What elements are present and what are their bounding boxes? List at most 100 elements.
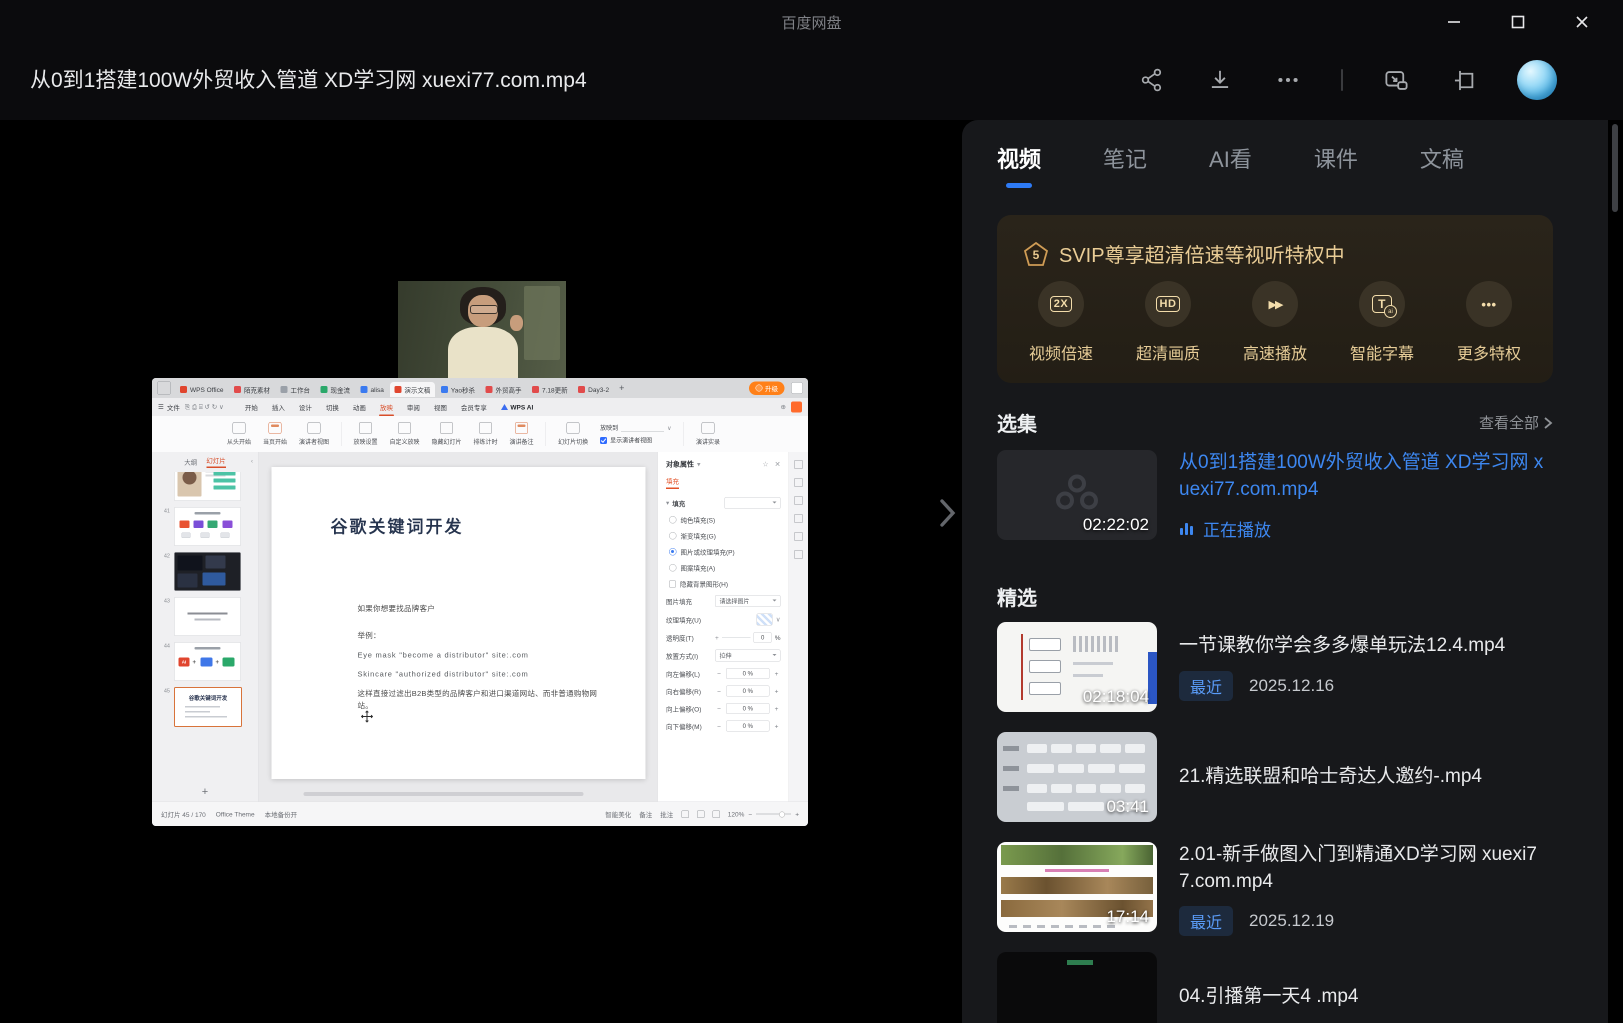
beautify-button[interactable]: 智能美化 (605, 809, 631, 819)
caret-down-icon[interactable]: ▾ (697, 460, 701, 469)
feature-ai-subtitle[interactable]: Tai 智能字幕 (1344, 281, 1420, 364)
wps-tab[interactable]: 现金流 (316, 382, 355, 397)
wps-tab[interactable]: WPS Office (176, 382, 228, 397)
new-tab-button[interactable]: + (619, 383, 624, 394)
menu-member[interactable]: 会员专享 (460, 399, 488, 415)
increment-button[interactable]: + (773, 705, 781, 713)
featured-item-title[interactable]: 21.精选联盟和哈士奇达人邀约-.mp4 (1179, 764, 1551, 791)
tab-slides[interactable]: 幻灯片 (206, 455, 226, 468)
view-mode-icon[interactable] (712, 810, 720, 818)
menu-animation[interactable]: 动画 (352, 399, 367, 415)
collapse-panel-arrow-icon[interactable]: ‹ (251, 457, 253, 465)
fill-tab[interactable]: 填充 (666, 476, 679, 489)
tab-transcript[interactable]: 文稿 (1420, 142, 1464, 188)
increment-button[interactable]: + (773, 670, 781, 678)
offset-value[interactable]: 0 % (726, 703, 770, 714)
slide-thumb-row-selected[interactable]: 45 谷歌关键词开发 (159, 687, 258, 727)
decrement-button[interactable]: − (715, 705, 723, 713)
tool-icon[interactable] (794, 514, 803, 523)
texture-swatch[interactable] (757, 614, 773, 626)
decrement-button[interactable]: − (715, 687, 723, 695)
wps-tab[interactable]: 外贸高手 (481, 382, 526, 397)
wps-tab[interactable]: 工作台 (276, 382, 315, 397)
zoom-out-icon[interactable]: − (748, 810, 752, 818)
file-menu[interactable]: ☰文件 (158, 402, 180, 412)
slide-thumb-row[interactable]: 41 (159, 507, 258, 546)
featured-thumbnail[interactable] (997, 952, 1157, 1023)
upgrade-button[interactable]: 升级 (749, 381, 785, 395)
decrement-button[interactable]: − (715, 722, 723, 730)
ribbon-custom-show[interactable]: 自定义放映 (390, 422, 420, 446)
ribbon-hide-slide[interactable]: 隐藏幻灯片 (432, 422, 462, 446)
featured-item-title[interactable]: 04.引播第一天4 .mp4 (1179, 984, 1551, 1011)
quick-access-toolbar[interactable]: ⎘ ⎙ ⌸ ↺ ↻ ∨ (185, 403, 224, 411)
notes-button[interactable]: 备注 (639, 809, 652, 819)
radio-picture-fill[interactable]: 图片或纹理填充(P) (669, 547, 781, 557)
view-all-link[interactable]: 查看全部 (1479, 412, 1553, 433)
horizontal-scrollbar[interactable] (274, 792, 638, 797)
featured-item[interactable]: 03:41 21.精选联盟和哈士奇达人邀约-.mp4 (997, 732, 1551, 822)
wps-home-icon[interactable] (157, 381, 171, 395)
radio-gradient-fill[interactable]: 渐变填充(G) (669, 531, 781, 541)
offset-value[interactable]: 0 % (726, 668, 770, 679)
current-episode-item[interactable]: 02:22:02 从0到1搭建100W外贸收入管道 XD学习网 xuexi77.… (997, 450, 1551, 541)
slide-thumbnail[interactable] (174, 507, 241, 546)
slide-thumbnail[interactable] (174, 552, 241, 591)
backup-status[interactable]: 本地备份开 (265, 809, 298, 819)
featured-item[interactable]: 04.引播第一天4 .mp4 (997, 952, 1551, 1023)
decrement-button[interactable]: − (715, 670, 723, 678)
zoom-in-icon[interactable]: + (795, 810, 799, 818)
ribbon-rehearse[interactable]: 排练计时 (474, 422, 498, 446)
feature-fast-play[interactable]: ▶▶ 高速播放 (1237, 281, 1313, 364)
tool-icon[interactable] (794, 550, 803, 559)
slide-thumbnail[interactable]: AI + + (174, 642, 241, 681)
ribbon-presenter-view[interactable]: 演讲者视图 (299, 422, 329, 446)
tool-icon[interactable] (794, 460, 803, 469)
minimize-button[interactable] (1437, 8, 1471, 36)
featured-thumbnail[interactable]: 03:41 (997, 732, 1157, 822)
wps-tab[interactable]: alisa (356, 382, 388, 397)
ribbon-record[interactable]: 演讲实录 (696, 422, 720, 446)
dropdown-icon[interactable]: ∨ (776, 616, 781, 624)
wps-tab[interactable]: 陌克素材 (229, 382, 274, 397)
tab-ai-watch[interactable]: AI看 (1209, 142, 1252, 188)
tab-video[interactable]: 视频 (997, 142, 1041, 188)
share-button-orange[interactable] (791, 402, 802, 413)
close-button[interactable] (1565, 8, 1599, 36)
add-icon[interactable]: ⊕ (781, 403, 786, 411)
fill-dropdown[interactable] (725, 497, 781, 509)
feature-speed-2x[interactable]: 2X 视频倍速 (1023, 281, 1099, 364)
radio-pattern-fill[interactable]: 图案填充(A) (669, 563, 781, 573)
tab-courseware[interactable]: 课件 (1314, 142, 1358, 188)
presenter-checkbox-row[interactable]: 显示演讲者视图 (600, 436, 671, 445)
radio-solid-fill[interactable]: 纯色填充(S) (669, 515, 781, 525)
increment-button[interactable]: + (773, 687, 781, 695)
tab-notes[interactable]: 笔记 (1103, 142, 1147, 188)
wps-tab[interactable]: 7.18更新 (527, 382, 572, 397)
slide-thumbnail[interactable] (174, 597, 241, 636)
close-panel-icon[interactable]: ✕ (775, 460, 781, 469)
slide-thumb-row[interactable] (159, 472, 258, 501)
download-icon[interactable] (1205, 65, 1235, 95)
tool-icon[interactable] (794, 496, 803, 505)
menu-wps-ai[interactable]: WPS AI (500, 400, 534, 414)
play-to-field[interactable] (621, 424, 664, 432)
pin-icon[interactable]: ☆ (762, 460, 768, 469)
ribbon-from-start[interactable]: 从头开始 (227, 422, 251, 446)
featured-thumbnail[interactable]: 17:14 (997, 842, 1157, 932)
collapse-panel-icon[interactable] (1449, 65, 1479, 95)
view-mode-icon[interactable] (681, 810, 689, 818)
increment-button[interactable]: + (773, 722, 781, 730)
wps-tab[interactable]: Yao秒杀 (436, 382, 479, 397)
featured-item[interactable]: 02:18:04 一节课教你学会多多爆单玩法12.4.mp4 最近 2025.1… (997, 622, 1551, 712)
slide-thumb-row[interactable]: 44 AI + + (159, 642, 258, 681)
play-to-row[interactable]: 放映到∨ (600, 424, 671, 433)
ribbon-slide-switch[interactable]: 幻灯片切换 (558, 422, 588, 446)
slide-thumbnail[interactable] (174, 472, 241, 501)
ribbon-setup-show[interactable]: 放映设置 (354, 422, 378, 446)
slide-thumb-row[interactable]: 42 (159, 552, 258, 591)
add-slide-button[interactable]: + (152, 785, 258, 798)
feature-more-perks[interactable]: ••• 更多特权 (1451, 281, 1527, 364)
menu-insert[interactable]: 插入 (271, 399, 286, 415)
svip-banner[interactable]: 5 SVIP尊享超清倍速等视听特权中 2X 视频倍速 HD 超清画质 ▶▶ 高速… (997, 215, 1553, 383)
